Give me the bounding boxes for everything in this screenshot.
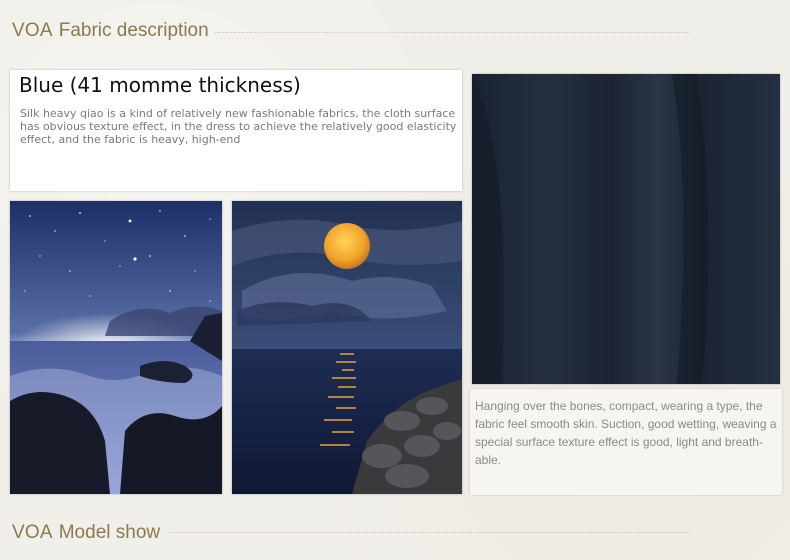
starry-coast-photo — [10, 201, 222, 494]
brand-label: VOA — [12, 20, 53, 41]
fabric-description-text: Silk heavy qiao is a kind of relatively … — [20, 107, 457, 146]
fabric-caption-box: Hanging over the bones, compact, wearing… — [470, 389, 782, 495]
section-title: Fabric description — [58, 20, 209, 41]
model-show-heading: VOA Model show — [12, 522, 160, 544]
fabric-description-heading: VOA Fabric description — [12, 20, 209, 42]
fabric-color-title: Blue (41 momme thickness) — [19, 73, 301, 97]
divider — [170, 532, 690, 533]
section-title: Model show — [58, 522, 161, 543]
divider — [215, 32, 690, 33]
full-moon-sea-photo — [232, 201, 462, 494]
brand-label: VOA — [12, 522, 53, 543]
fabric-caption-text: Hanging over the bones, compact, wearing… — [475, 399, 777, 467]
blue-fabric-swatch — [472, 74, 780, 384]
description-card: Blue (41 momme thickness) Silk heavy qia… — [10, 70, 462, 191]
